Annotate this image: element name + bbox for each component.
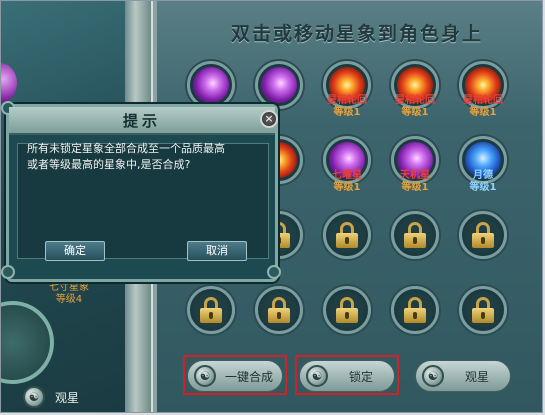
star-level: 等级1 [333,107,361,118]
yinyang-icon: ☯ [306,365,328,387]
yinyang-icon: ☯ [194,365,216,387]
dialog-corner-ornament [1,265,15,279]
star-level: 等级1 [469,182,497,193]
lock-icon [404,297,426,323]
left-star-level: 等级4 [55,294,83,305]
prompt-dialog: 提示 × 所有未锁定星象全部合成至一个品质最高 或者等级最高的星象中,是否合成?… [1,101,281,282]
left-star-caption: 七寸星象 等级4 [49,282,89,306]
star-slot-9-label: 天机星 等级1 [385,170,445,194]
star-name: 星相轮回 [327,95,367,106]
left-star-name: 七寸星象 [49,282,89,293]
star-name: 天机星 [400,170,430,181]
cancel-button[interactable]: 取消 [187,241,247,261]
dialog-message-line-1: 所有未锁定星象全部合成至一个品质最高 [27,142,225,155]
lock-icon [336,222,358,248]
star-level: 等级1 [401,107,429,118]
left-observe-label: 观星 [55,390,80,405]
observe-stars-label: 观星 [464,369,489,384]
star-level: 等级1 [401,182,429,193]
dialog-message: 所有未锁定星象全部合成至一个品质最高 或者等级最高的星象中,是否合成? [27,141,255,173]
star-level: 等级1 [333,182,361,193]
locked-slot[interactable] [323,211,371,259]
star-name: 月德 [473,170,493,181]
star-orb-icon [261,67,297,103]
lock-icon [404,222,426,248]
lock-label: 锁定 [348,369,373,384]
star-name: 七曜星 [332,170,362,181]
star-slot-10-label: 月德 等级1 [453,170,513,194]
star-slot-4-label: 星相轮回 等级1 [385,95,445,119]
locked-slot[interactable] [391,286,439,334]
star-slot-2[interactable] [255,61,303,109]
lock-icon [268,297,290,323]
locked-slot[interactable] [255,286,303,334]
locked-slot[interactable] [391,211,439,259]
locked-slot[interactable] [459,286,507,334]
combine-all-button[interactable]: ☯ 一键合成 [187,360,283,392]
dialog-header: 提示 [9,107,275,135]
dialog-message-line-2: 或者等级最高的星象中,是否合成? [27,158,191,171]
dialog-title: 提示 [122,112,161,130]
star-name: 星相轮回 [463,95,503,106]
dialog-corner-ornament [267,265,281,279]
star-slot-1[interactable] [187,61,235,109]
combine-all-label: 一键合成 [224,369,273,384]
observe-stars-button[interactable]: ☯ 观星 [415,360,511,392]
game-window: 七寸星象 等级4 ☯ 观星 双击或移动星象到角色身上 星相轮回 等级1 星相轮回 [0,0,543,413]
star-slot-8-label: 七曜星 等级1 [317,170,377,194]
locked-slot[interactable] [459,211,507,259]
lock-icon [472,222,494,248]
lock-icon [336,297,358,323]
star-level: 等级1 [469,107,497,118]
panel-title: 双击或移动星象到角色身上 [230,23,483,45]
lock-button[interactable]: ☯ 锁定 [299,360,395,392]
star-name: 星相轮回 [395,95,435,106]
left-star-orb[interactable] [1,63,17,103]
yinyang-icon: ☯ [422,365,444,387]
locked-slot[interactable] [323,286,371,334]
star-slot-5-label: 星相轮回 等级1 [453,95,513,119]
close-icon[interactable]: × [260,110,278,128]
yinyang-icon: ☯ [23,386,45,408]
star-orb-icon [193,67,229,103]
lock-icon [200,297,222,323]
star-slot-3-label: 星相轮回 等级1 [317,95,377,119]
confirm-button[interactable]: 确定 [45,241,105,261]
locked-slot[interactable] [187,286,235,334]
lock-icon [472,297,494,323]
left-observe-button[interactable]: ☯ 观星 [23,383,123,411]
left-ring-ornament [1,301,54,384]
